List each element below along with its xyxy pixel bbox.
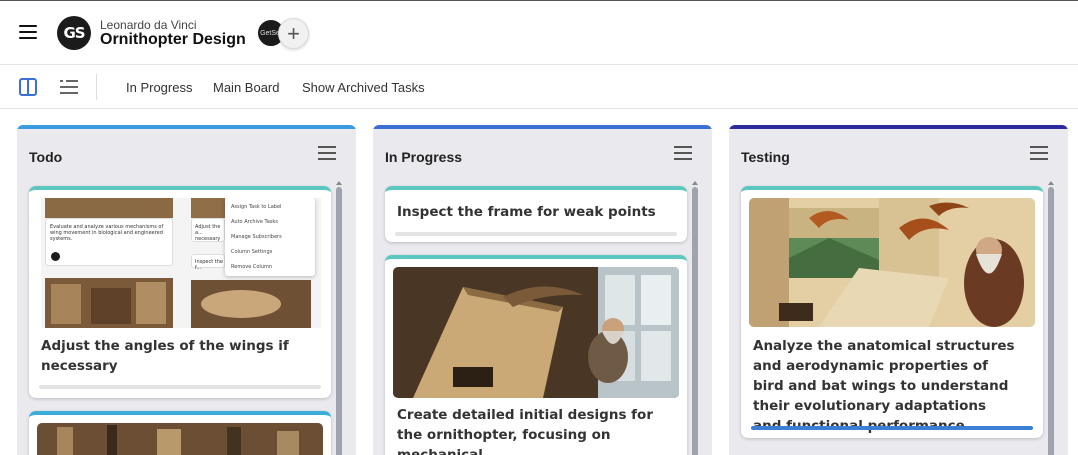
project-title: Ornithopter Design — [100, 31, 246, 48]
card-title: Adjust the angles of the wings if necess… — [41, 338, 289, 374]
thumbnail-context-menu: Assign Task to Label Auto Archive Tasks … — [225, 198, 315, 276]
column-accent-bar — [17, 125, 356, 129]
task-card[interactable]: Analyze the anatomical structures and ae… — [741, 186, 1043, 438]
thumbnail-menu-item: Manage Subscribers — [231, 234, 282, 240]
board-toolbar: In Progress Main Board Show Archived Tas… — [0, 66, 1078, 109]
board-view-icon[interactable] — [19, 78, 37, 96]
column-menu-icon[interactable] — [318, 146, 336, 160]
scroll-up-arrow-icon[interactable] — [692, 181, 698, 186]
task-card[interactable]: Inspect the frame for weak points — [385, 186, 687, 242]
nav-link-show-archived-tasks[interactable]: Show Archived Tasks — [302, 80, 425, 95]
card-title: Create detailed initial designs for the … — [397, 407, 653, 455]
scroll-up-arrow-icon[interactable] — [336, 181, 342, 186]
task-card[interactable]: Create detailed initial designs for the … — [385, 255, 687, 455]
hamburger-menu-icon[interactable] — [19, 25, 37, 39]
card-title: Analyze the anatomical structures and ae… — [753, 338, 1015, 434]
column-accent-bar — [729, 125, 1068, 129]
thumbnail-avatar — [51, 252, 60, 261]
card-image — [37, 423, 323, 455]
thumbnail-menu-item: Auto Archive Tasks — [231, 219, 278, 225]
column-title: Todo — [29, 149, 63, 165]
column-menu-icon[interactable] — [674, 146, 692, 160]
card-thumbnail: Evaluate and analyze various mechanisms … — [41, 198, 321, 328]
column-scrollbar[interactable] — [1048, 187, 1054, 455]
card-progress-fill — [751, 426, 1033, 430]
add-member-button[interactable]: + — [278, 18, 309, 49]
thumbnail-card-text: Inspect the f... — [195, 259, 224, 271]
column-title: In Progress — [385, 149, 463, 165]
thumbnail-menu-item: Column Settings — [231, 249, 273, 255]
column-title: Testing — [741, 149, 790, 165]
card-progress-bar — [39, 385, 321, 389]
list-view-icon[interactable] — [60, 80, 78, 94]
column-accent-bar — [373, 125, 712, 129]
column-testing: Testing Analyze the anatomical structure… — [729, 125, 1068, 455]
thumbnail-menu-item: Assign Task to Label — [231, 204, 282, 210]
card-progress-bar — [395, 232, 677, 236]
app-logo[interactable]: GS — [57, 16, 91, 50]
thumbnail-card-text: Adjust the a... necessary — [195, 224, 221, 242]
toolbar-divider — [96, 74, 97, 100]
task-card[interactable]: Evaluate and analyze various mechanisms … — [29, 186, 331, 398]
column-todo: Todo Evaluate and analyze various mechan… — [17, 125, 356, 455]
thumbnail-card-text: Evaluate and analyze various mechanisms … — [50, 224, 164, 242]
scroll-up-arrow-icon[interactable] — [1048, 181, 1054, 186]
thumbnail-menu-item: Remove Column — [231, 264, 273, 270]
column-scrollbar[interactable] — [336, 187, 342, 455]
project-owner: Leonardo da Vinci — [100, 18, 197, 32]
thumbnail-card-panel: Inspect the f... — [191, 254, 225, 271]
task-card[interactable] — [29, 411, 331, 455]
card-image — [393, 267, 679, 398]
thumbnail-card-panel: Evaluate and analyze various mechanisms … — [45, 218, 173, 266]
column-scrollbar[interactable] — [692, 187, 698, 455]
card-progress-bar — [751, 426, 1033, 430]
nav-link-in-progress[interactable]: In Progress — [126, 80, 192, 95]
column-menu-icon[interactable] — [1030, 146, 1048, 160]
card-title: Inspect the frame for weak points — [397, 204, 656, 220]
nav-link-main-board[interactable]: Main Board — [213, 80, 279, 95]
thumbnail-card-panel: Adjust the a... necessary — [191, 218, 225, 242]
column-in-progress: In Progress Inspect the frame for weak p… — [373, 125, 712, 455]
card-image — [749, 198, 1035, 327]
app-header: GS Leonardo da Vinci Ornithopter Design … — [0, 1, 1078, 65]
